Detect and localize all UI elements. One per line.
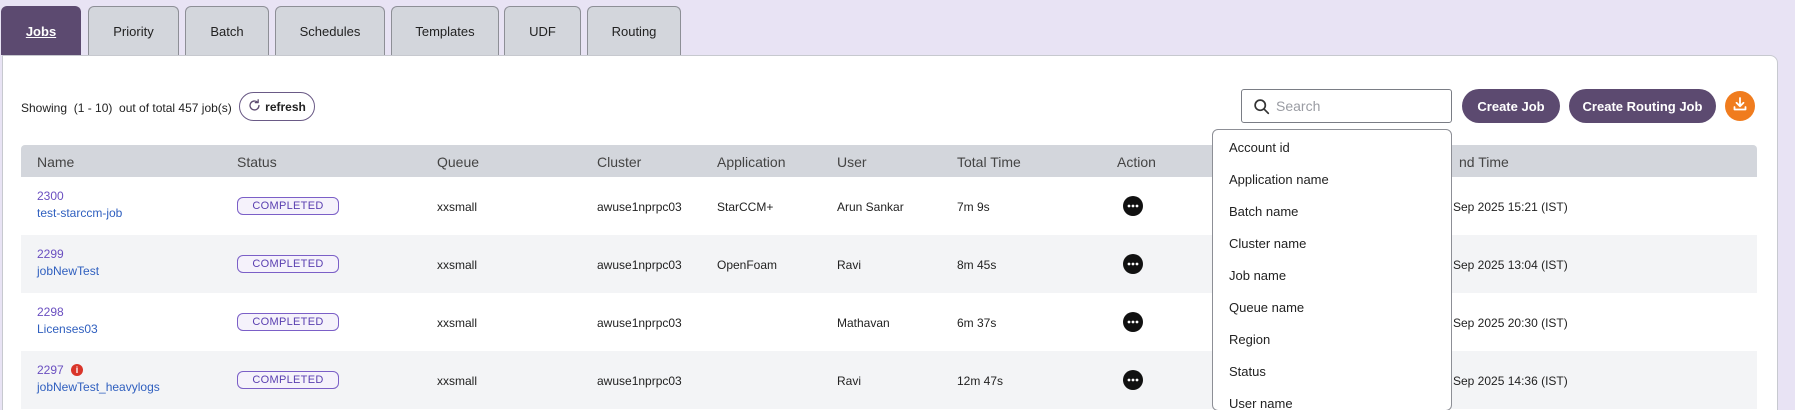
download-icon bbox=[1732, 96, 1748, 117]
header-cluster[interactable]: Cluster bbox=[597, 154, 641, 170]
filter-option-batch-name[interactable]: Batch name bbox=[1229, 204, 1298, 219]
queue-cell: xxsmall bbox=[437, 258, 478, 272]
header-user[interactable]: User bbox=[837, 154, 867, 170]
search-box[interactable] bbox=[1241, 89, 1452, 123]
filter-option-job-name[interactable]: Job name bbox=[1229, 268, 1286, 283]
table-row: 2297 i jobNewTest_heavylogs COMPLETED xx… bbox=[21, 351, 1757, 409]
filter-option-application-name[interactable]: Application name bbox=[1229, 172, 1329, 187]
table-header: Name Status Queue Cluster Application Us… bbox=[21, 145, 1757, 177]
header-queue[interactable]: Queue bbox=[437, 154, 479, 170]
job-name-link[interactable]: jobNewTest_heavylogs bbox=[37, 380, 160, 394]
cluster-cell: awuse1nprpc03 bbox=[597, 258, 682, 272]
search-filter-dropdown: Account id Application name Batch name C… bbox=[1212, 129, 1452, 410]
search-icon bbox=[1253, 98, 1270, 120]
queue-cell: xxsmall bbox=[437, 316, 478, 330]
status-badge: COMPLETED bbox=[237, 371, 339, 389]
application-cell: OpenFoam bbox=[717, 258, 778, 272]
user-cell: Mathavan bbox=[837, 316, 890, 330]
tab-templates[interactable]: Templates bbox=[391, 6, 499, 55]
status-badge: COMPLETED bbox=[237, 255, 339, 273]
search-input[interactable] bbox=[1276, 96, 1446, 116]
status-badge: COMPLETED bbox=[237, 197, 339, 215]
more-actions-icon[interactable] bbox=[1123, 370, 1143, 390]
jobs-table: Name Status Queue Cluster Application Us… bbox=[21, 145, 1757, 409]
refresh-icon bbox=[248, 98, 261, 115]
end-time-cell: Sep 2025 13:04 (IST) bbox=[1453, 258, 1568, 272]
header-name[interactable]: Name bbox=[37, 154, 74, 170]
create-job-button[interactable]: Create Job bbox=[1462, 89, 1560, 123]
header-status[interactable]: Status bbox=[237, 154, 277, 170]
tab-batch[interactable]: Batch bbox=[185, 6, 269, 55]
more-actions-icon[interactable] bbox=[1123, 254, 1143, 274]
tab-priority[interactable]: Priority bbox=[88, 6, 179, 55]
user-cell: Ravi bbox=[837, 258, 862, 272]
user-cell: Arun Sankar bbox=[837, 200, 904, 214]
filter-option-region[interactable]: Region bbox=[1229, 332, 1270, 347]
cluster-cell: awuse1nprpc03 bbox=[597, 200, 682, 214]
job-id-link[interactable]: 2298 bbox=[37, 305, 64, 319]
more-actions-icon[interactable] bbox=[1123, 196, 1143, 216]
header-application[interactable]: Application bbox=[717, 154, 786, 170]
cluster-cell: awuse1nprpc03 bbox=[597, 316, 682, 330]
job-id-link[interactable]: 2299 bbox=[37, 247, 64, 261]
header-end-time[interactable]: nd Time bbox=[1459, 154, 1509, 170]
job-name-link[interactable]: jobNewTest bbox=[37, 264, 99, 278]
filter-option-user-name[interactable]: User name bbox=[1229, 396, 1293, 410]
end-time-cell: Sep 2025 20:30 (IST) bbox=[1453, 316, 1568, 330]
header-action: Action bbox=[1117, 154, 1156, 170]
queue-cell: xxsmall bbox=[437, 374, 478, 388]
job-name-link[interactable]: test-starccm-job bbox=[37, 206, 122, 220]
job-id-link[interactable]: 2297 bbox=[37, 363, 64, 377]
end-time-cell: Sep 2025 14:36 (IST) bbox=[1453, 374, 1568, 388]
filter-option-queue-name[interactable]: Queue name bbox=[1229, 300, 1304, 315]
filter-option-account-id[interactable]: Account id bbox=[1229, 140, 1290, 155]
tab-udf[interactable]: UDF bbox=[504, 6, 581, 55]
filter-option-status[interactable]: Status bbox=[1229, 364, 1266, 379]
total-time-cell: 12m 47s bbox=[957, 374, 1004, 388]
job-id-link[interactable]: 2300 bbox=[37, 189, 64, 203]
refresh-label: refresh bbox=[265, 99, 306, 114]
application-cell: StarCCM+ bbox=[717, 200, 774, 214]
showing-count: Showing (1 - 10) out of total 457 job(s) bbox=[21, 101, 232, 115]
total-time-cell: 6m 37s bbox=[957, 316, 997, 330]
refresh-button[interactable]: refresh bbox=[239, 92, 315, 121]
table-row: 2300 test-starccm-job COMPLETED xxsmall … bbox=[21, 177, 1757, 235]
user-cell: Ravi bbox=[837, 374, 862, 388]
cluster-cell: awuse1nprpc03 bbox=[597, 374, 682, 388]
queue-cell: xxsmall bbox=[437, 200, 478, 214]
table-row: 2299 jobNewTest COMPLETED xxsmall awuse1… bbox=[21, 235, 1757, 293]
more-actions-icon[interactable] bbox=[1123, 312, 1143, 332]
download-button[interactable] bbox=[1725, 91, 1755, 121]
tab-schedules[interactable]: Schedules bbox=[275, 6, 385, 55]
info-alert-icon[interactable]: i bbox=[71, 364, 83, 376]
job-name-link[interactable]: Licenses03 bbox=[37, 322, 98, 336]
create-routing-job-button[interactable]: Create Routing Job bbox=[1569, 89, 1716, 123]
tab-routing[interactable]: Routing bbox=[587, 6, 681, 55]
tab-jobs[interactable]: Jobs bbox=[1, 6, 81, 55]
end-time-cell: Sep 2025 15:21 (IST) bbox=[1453, 200, 1568, 214]
total-time-cell: 7m 9s bbox=[957, 200, 990, 214]
header-total-time[interactable]: Total Time bbox=[957, 154, 1021, 170]
status-badge: COMPLETED bbox=[237, 313, 339, 331]
total-time-cell: 8m 45s bbox=[957, 258, 997, 272]
filter-option-cluster-name[interactable]: Cluster name bbox=[1229, 236, 1306, 251]
table-row: 2298 Licenses03 COMPLETED xxsmall awuse1… bbox=[21, 293, 1757, 351]
